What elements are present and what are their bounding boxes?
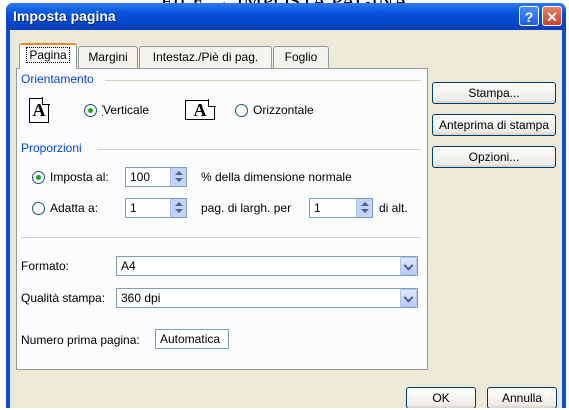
formato-label: Formato: [21, 259, 70, 273]
numero-prima-pagina-label: Numero prima pagina: [21, 333, 140, 347]
adatta-label[interactable]: Adatta a: [50, 201, 98, 215]
page-setup-dialog: Imposta pagina ? ✕ Pagina Margini Intest… [6, 3, 566, 408]
tab-panel-pagina: Orientamento A VVerticale A Orizzontale … [16, 68, 428, 370]
imposta-spinner-arrows-icon[interactable] [170, 168, 186, 186]
adatta-middle-text: pag. di largh. per [201, 201, 292, 215]
help-icon: ? [524, 9, 534, 25]
imposta-suffix: % della dimensione normale [201, 170, 352, 184]
proporzioni-bottom-divider [21, 237, 421, 238]
tab-foglio-label: Foglio [284, 50, 318, 64]
title-bar[interactable]: Imposta pagina ? ✕ [6, 3, 566, 30]
formato-chevron-down-icon[interactable] [400, 257, 417, 275]
adatta-wide-spinner-icon[interactable] [170, 199, 186, 217]
close-button[interactable]: ✕ [542, 6, 562, 26]
portrait-radio[interactable] [84, 104, 97, 117]
proporzioni-divider [97, 149, 421, 150]
adatta-tall-spinner-icon[interactable] [356, 199, 372, 217]
landscape-icon-letter: A [193, 100, 207, 120]
qualita-chevron-down-icon[interactable] [400, 289, 417, 307]
imposta-radio[interactable] [32, 171, 45, 184]
adatta-suffix: di alt. [379, 201, 408, 215]
close-icon: ✕ [546, 9, 558, 25]
orientamento-group-label: Orientamento [21, 72, 94, 86]
dialog-title: Imposta pagina [13, 8, 116, 24]
tab-intestazione[interactable]: Intestaz./Piè di pag. [139, 46, 272, 68]
tab-pagina-label: Pagina [26, 47, 70, 63]
stampa-button[interactable]: Stampa... [432, 82, 556, 104]
landscape-radio[interactable] [235, 104, 248, 117]
portrait-label[interactable]: VVerticale [102, 103, 150, 117]
anteprima-button[interactable]: Anteprima di stampa [432, 114, 556, 136]
numero-prima-pagina-input[interactable]: Automatica [155, 329, 229, 349]
opzioni-button[interactable]: Opzioni... [432, 146, 556, 168]
orientamento-divider [105, 80, 421, 81]
portrait-icon-letter: A [32, 100, 46, 120]
landscape-page-icon: A [185, 99, 216, 120]
qualita-select[interactable]: 360 dpi [116, 288, 418, 308]
adatta-radio[interactable] [32, 202, 45, 215]
portrait-label-text: Verticale [103, 103, 150, 117]
tab-intestazione-label: Intestaz./Piè di pag. [152, 50, 259, 64]
annulla-button[interactable]: Annulla [487, 387, 557, 408]
tab-pagina[interactable]: Pagina [19, 43, 77, 69]
portrait-page-icon: A [29, 97, 50, 123]
landscape-label[interactable]: Orizzontale [253, 103, 314, 117]
ok-button[interactable]: OK [406, 387, 476, 408]
formato-select[interactable]: A4 [116, 256, 418, 276]
tab-margini-label: Margini [88, 50, 128, 64]
imposta-label[interactable]: Imposta al: [50, 170, 109, 184]
tab-foglio[interactable]: Foglio [273, 46, 329, 68]
tab-margini[interactable]: Margini [78, 46, 138, 68]
help-button[interactable]: ? [519, 6, 539, 26]
qualita-label: Qualità stampa: [21, 291, 106, 305]
dialog-body: Pagina Margini Intestaz./Piè di pag. Fog… [10, 30, 562, 408]
proporzioni-group-label: Proporzioni [21, 141, 82, 155]
